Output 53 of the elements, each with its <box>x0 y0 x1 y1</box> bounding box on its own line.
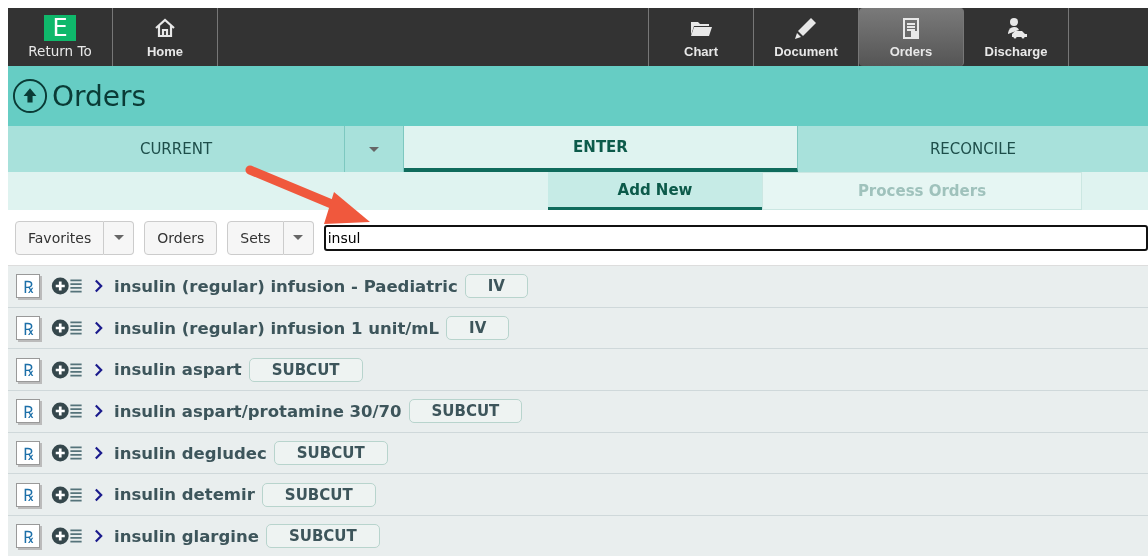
chevron-right-icon[interactable] <box>94 362 103 377</box>
chevron-right-icon[interactable] <box>94 487 103 502</box>
order-row[interactable]: ℞ insulin aspart SUBCUT <box>8 349 1148 392</box>
route-tag: SUBCUT <box>261 482 376 507</box>
add-list-icon[interactable] <box>50 360 84 379</box>
page-title: Orders <box>52 79 147 113</box>
order-name: insulin (regular) infusion - Paediatric <box>114 276 458 296</box>
order-row[interactable]: ℞ insulin degludec SUBCUT <box>8 432 1148 475</box>
chevron-right-icon[interactable] <box>94 446 103 461</box>
prescription-icon: ℞ <box>16 524 40 549</box>
order-name: insulin degludec <box>114 443 267 463</box>
add-list-icon[interactable] <box>50 319 84 338</box>
add-list-icon[interactable] <box>50 485 84 504</box>
chevron-right-icon[interactable] <box>94 404 103 419</box>
order-name: insulin glargine <box>114 526 259 546</box>
add-list-icon[interactable] <box>50 444 84 463</box>
route-tag: SUBCUT <box>265 524 380 549</box>
prescription-icon: ℞ <box>16 399 40 424</box>
order-row[interactable]: ℞ insulin aspart/protamine 30/70 SUBCUT <box>8 391 1148 433</box>
toolbar-button[interactable]: Orders <box>144 220 218 255</box>
logo-icon: E <box>44 15 76 41</box>
search-field[interactable]: insul <box>323 224 1148 251</box>
nav-button[interactable]: Orders <box>859 8 964 66</box>
add-list-icon[interactable] <box>50 277 84 296</box>
order-name: insulin aspart/protamine 30/70 <box>114 401 402 421</box>
order-row[interactable]: ℞ insulin detemir SUBCUT <box>8 474 1148 517</box>
prescription-icon: ℞ <box>16 482 40 507</box>
prescription-icon: ℞ <box>16 441 40 466</box>
add-list-icon[interactable] <box>50 402 84 421</box>
tab[interactable]: ENTER <box>404 126 798 172</box>
tab[interactable]: RECONCILE <box>798 126 1148 172</box>
prescription-icon: ℞ <box>16 274 40 299</box>
prescription-icon: ℞ <box>16 316 40 341</box>
order-row[interactable]: ℞ insulin (regular) infusion 1 unit/mL IV <box>8 307 1148 350</box>
prescription-icon: ℞ <box>16 357 40 382</box>
toolbar-button[interactable]: Favorites <box>15 220 105 255</box>
chevron-right-icon[interactable] <box>94 529 103 544</box>
subtab[interactable]: Add New <box>548 172 762 210</box>
order-row[interactable]: ℞ insulin (regular) infusion - Paediatric IV <box>8 266 1148 308</box>
toolbar-button[interactable]: Sets <box>227 220 284 255</box>
route-tag: SUBCUT <box>408 399 523 424</box>
chevron-right-icon[interactable] <box>94 321 103 336</box>
order-name: insulin detemir <box>114 485 255 505</box>
order-row[interactable]: ℞ insulin glargine SUBCUT <box>8 516 1148 556</box>
add-list-icon[interactable] <box>50 527 84 546</box>
route-tag: IV <box>446 316 510 341</box>
order-name: insulin aspart <box>114 360 242 380</box>
route-tag: SUBCUT <box>248 357 363 382</box>
order-name: insulin (regular) infusion 1 unit/mL <box>114 318 440 338</box>
pencil-icon <box>794 15 818 40</box>
chevron-right-icon[interactable] <box>94 279 103 294</box>
route-tag: IV <box>464 274 528 299</box>
route-tag: SUBCUT <box>273 441 388 466</box>
